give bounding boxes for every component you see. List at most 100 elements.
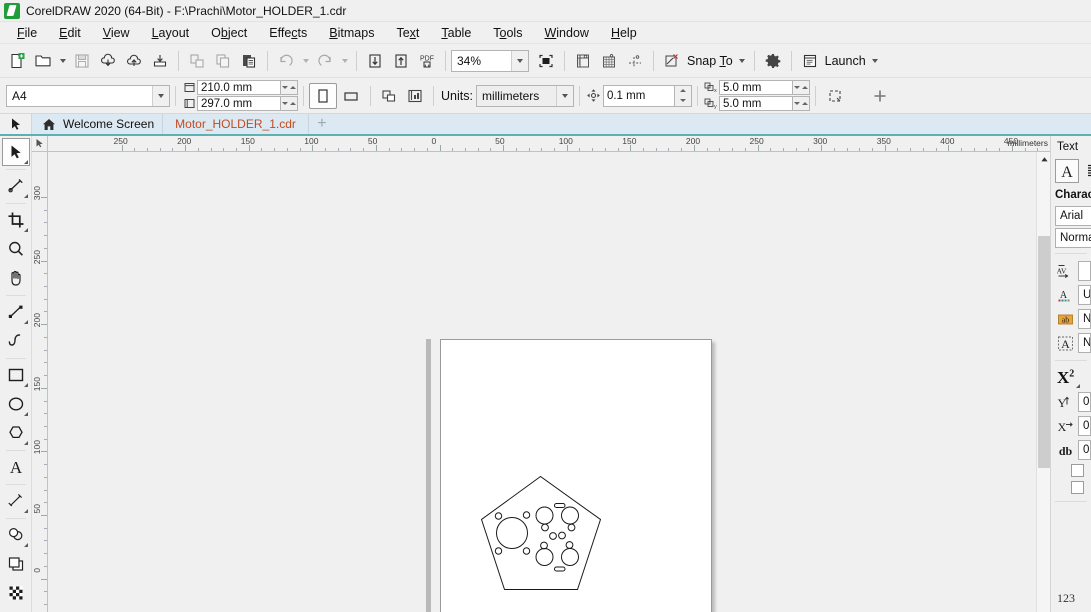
menu-view[interactable]: View [92, 24, 141, 42]
show-rulers-button[interactable] [570, 48, 596, 74]
character-angle-field[interactable]: 0. [1078, 440, 1091, 460]
menu-bitmaps[interactable]: Bitmaps [318, 24, 385, 42]
cut-button[interactable] [184, 48, 210, 74]
polygon-tool[interactable] [2, 419, 30, 447]
save-document-button[interactable] [69, 48, 95, 74]
undo-button[interactable] [273, 48, 299, 74]
page-width-field[interactable]: 210.0 mm [197, 80, 281, 95]
artistic-media-tool[interactable] [2, 327, 30, 355]
vertical-shift-field[interactable]: 0 [1078, 392, 1091, 412]
duplicate-y-spinners[interactable] [792, 96, 810, 111]
page-bleed-button[interactable] [821, 83, 849, 109]
horizontal-shift-field[interactable]: 0 [1078, 416, 1091, 436]
parallel-dimension-tool[interactable] [2, 487, 30, 515]
horizontal-ruler[interactable]: millimeters 250 200 150 100 50 0 50 100 150 200 25… [48, 136, 1050, 152]
tab-motor-holder-1[interactable]: Motor_HOLDER_1.cdr [163, 114, 309, 134]
crop-tool[interactable] [2, 206, 30, 234]
motor-holder-drawing[interactable] [440, 339, 712, 612]
duplicate-distance-x-field[interactable]: 5.0 mm [718, 80, 793, 95]
pick-tool[interactable] [1, 138, 30, 166]
paste-button[interactable] [236, 48, 262, 74]
scroll-up-button[interactable] [1037, 152, 1050, 166]
freehand-tool[interactable] [2, 298, 30, 326]
page-width-spinners[interactable] [281, 80, 298, 95]
menu-layout[interactable]: Layout [141, 24, 201, 42]
export-button[interactable] [121, 48, 147, 74]
background-fill-field[interactable]: N [1078, 309, 1091, 329]
menu-window[interactable]: Window [533, 24, 599, 42]
ellipse-tool[interactable] [2, 390, 30, 418]
color-eyedropper-tool[interactable] [2, 579, 30, 607]
zoom-tool[interactable] [2, 235, 30, 263]
drawing-canvas[interactable]: millimeters 250 200 150 100 50 0 50 100 150 200 25… [32, 136, 1050, 612]
page-viewport[interactable] [48, 152, 1050, 612]
landscape-button[interactable] [337, 83, 365, 109]
pan-tool[interactable] [2, 264, 30, 292]
tab-welcome-screen[interactable]: Welcome Screen [32, 114, 164, 134]
show-grid-button[interactable] [596, 48, 622, 74]
menu-effects[interactable]: Effects [258, 24, 318, 42]
page-size-combo[interactable]: A4 [6, 84, 170, 107]
paragraph-text-button[interactable] [1082, 159, 1091, 183]
launch-button[interactable] [797, 48, 823, 74]
open-document-dropdown[interactable] [56, 48, 69, 74]
new-document-button[interactable] [4, 48, 30, 74]
publish-pdf-button[interactable]: PDF [414, 48, 440, 74]
show-guidelines-button[interactable] [622, 48, 648, 74]
text-tool[interactable]: A [2, 453, 30, 481]
rectangle-tool[interactable] [2, 361, 30, 389]
nudge-spinners[interactable] [674, 84, 692, 107]
units-combo[interactable]: millimeters [475, 84, 574, 107]
drop-shadow-tool[interactable] [2, 521, 30, 549]
transparency-tool[interactable] [2, 550, 30, 578]
print-button[interactable] [147, 48, 173, 74]
import-button[interactable] [95, 48, 121, 74]
vertical-ruler[interactable]: 300 250 200 150 100 50 0 [32, 152, 48, 612]
kerning-field[interactable] [1078, 261, 1091, 281]
current-page-button[interactable] [402, 83, 428, 109]
tabbar-pick-tool-icon[interactable] [0, 114, 32, 134]
nudge-distance-field[interactable]: 0.1 mm [602, 84, 675, 107]
zoom-level-combo[interactable]: 34% [451, 49, 529, 72]
copy-button[interactable] [210, 48, 236, 74]
page-height-spinners[interactable] [281, 96, 298, 111]
new-tab-button[interactable]: + [308, 114, 335, 134]
menu-file[interactable]: FFileile [6, 24, 48, 42]
menu-edit[interactable]: Edit [48, 24, 92, 42]
menu-text[interactable]: Text [385, 24, 430, 42]
duplicate-x-spinners[interactable] [792, 80, 810, 95]
open-document-button[interactable] [30, 48, 56, 74]
duplicate-distance-y-field[interactable]: 5.0 mm [718, 96, 793, 111]
menu-table[interactable]: Table [430, 24, 482, 42]
portrait-button[interactable] [309, 82, 337, 109]
menu-help[interactable]: Help [600, 24, 648, 42]
artistic-text-button[interactable]: A [1055, 159, 1079, 183]
font-family-combo[interactable]: Arial [1055, 206, 1091, 226]
fill-checkbox[interactable] [1071, 464, 1084, 477]
page-height-field[interactable]: 297.0 mm [197, 96, 281, 111]
vertical-scrollbar[interactable] [1036, 152, 1050, 612]
superscript-icon[interactable]: X2 [1057, 368, 1081, 388]
import-file-button[interactable] [362, 48, 388, 74]
add-preset-button[interactable] [865, 83, 895, 109]
export-file-button[interactable] [388, 48, 414, 74]
vertical-scrollbar-thumb[interactable] [1038, 236, 1050, 468]
snap-to-dropdown[interactable] [736, 48, 749, 74]
launch-dropdown[interactable] [869, 48, 882, 74]
page-size-dropdown-arrow[interactable] [152, 85, 169, 106]
font-style-combo[interactable]: Normal [1055, 228, 1091, 248]
redo-dropdown[interactable] [338, 48, 351, 74]
menu-tools[interactable]: Tools [482, 24, 533, 42]
outline-checkbox[interactable] [1071, 481, 1084, 494]
text-frame-field[interactable]: N [1078, 333, 1091, 353]
shape-tool[interactable] [2, 172, 30, 200]
zoom-dropdown-arrow[interactable] [511, 50, 528, 71]
snap-to-button[interactable] [659, 48, 685, 74]
undo-dropdown[interactable] [299, 48, 312, 74]
underline-field[interactable]: U [1078, 285, 1091, 305]
menu-object[interactable]: Object [200, 24, 258, 42]
full-screen-preview-button[interactable] [533, 48, 559, 74]
all-pages-button[interactable] [376, 83, 402, 109]
units-dropdown-arrow[interactable] [555, 85, 573, 106]
ruler-origin-corner[interactable] [32, 136, 48, 152]
